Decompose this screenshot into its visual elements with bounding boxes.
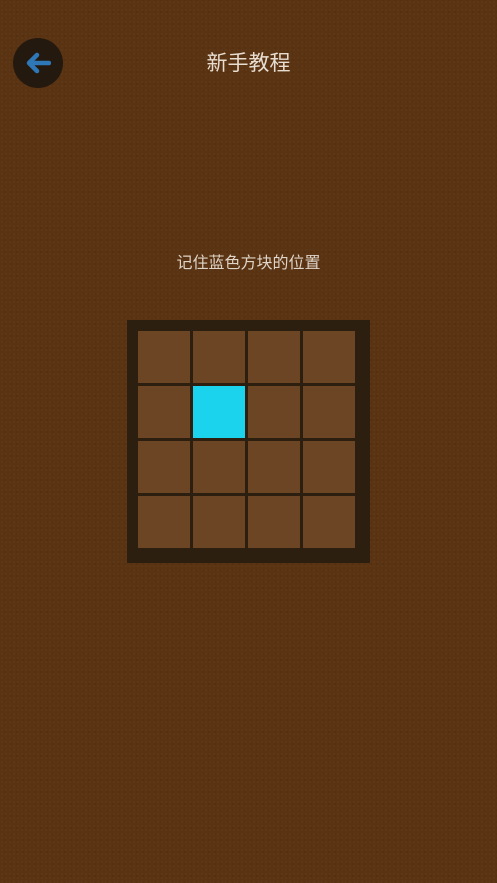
grid-cell[interactable] (138, 441, 190, 493)
grid-cell[interactable] (303, 496, 355, 548)
grid-cell[interactable] (248, 496, 300, 548)
grid-cell[interactable] (193, 441, 245, 493)
grid-cell[interactable] (193, 331, 245, 383)
game-board (127, 320, 370, 563)
grid-cell[interactable] (303, 441, 355, 493)
grid-cell[interactable] (248, 386, 300, 438)
grid-cell[interactable] (138, 496, 190, 548)
grid-cell[interactable] (193, 496, 245, 548)
grid-cell[interactable] (248, 441, 300, 493)
grid-cell[interactable] (303, 386, 355, 438)
grid-cell[interactable] (138, 386, 190, 438)
grid-cell[interactable] (248, 331, 300, 383)
highlighted-cell[interactable] (193, 386, 245, 438)
grid-cell[interactable] (138, 331, 190, 383)
instruction-text: 记住蓝色方块的位置 (176, 253, 321, 272)
grid-cell[interactable] (303, 331, 355, 383)
page-title: 新手教程 (206, 51, 291, 75)
